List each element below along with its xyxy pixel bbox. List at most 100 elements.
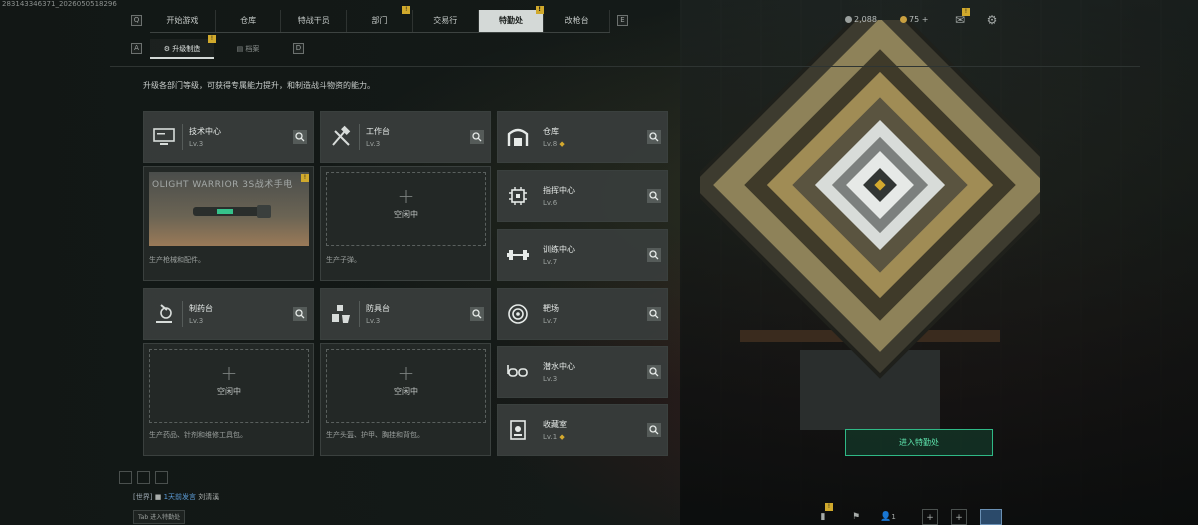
dept-training-center[interactable]: 训练中心 Lv.7 [497, 229, 668, 281]
settings-gear-icon[interactable]: ⚙ [984, 12, 1000, 28]
nav-prev-key[interactable]: Q [131, 15, 142, 26]
search-button[interactable] [647, 248, 661, 262]
search-icon [649, 191, 659, 201]
search-icon [295, 132, 305, 142]
quick-slot[interactable] [137, 471, 150, 484]
workshop-level: Lv.3 [189, 317, 204, 325]
tab-market[interactable]: 交易行 [413, 10, 479, 32]
avatar[interactable] [980, 509, 1002, 525]
search-icon [472, 132, 482, 142]
upgrade-available-icon: ◆ [559, 433, 565, 441]
search-button[interactable] [293, 130, 307, 144]
chat-preview[interactable]: [世界] ■ 1天前发言 刘清溪 [133, 492, 219, 502]
empty-slot[interactable]: + 空闲中 [326, 172, 486, 246]
nav-next-key[interactable]: E [617, 15, 628, 26]
add-icon: + [397, 184, 415, 209]
mail-icon[interactable]: ✉! [952, 8, 970, 28]
coin-icon [845, 16, 852, 23]
product-image: OLIGHT WARRIOR 3S战术手电 ! [149, 172, 309, 246]
workshop-caption: 生产枪械和配件。 [149, 256, 205, 264]
workshop-workbench-slot[interactable]: + 空闲中 生产子弹。 [320, 166, 491, 281]
dept-shooting-range[interactable]: 靶场 Lv.7 [497, 288, 668, 340]
stats-icon[interactable]: ▮! [815, 503, 833, 525]
workshop-armor-bench[interactable]: 防具台 Lv.3 [320, 288, 491, 340]
friends-count: 1 [891, 513, 896, 521]
subtab-upgrade-craft[interactable]: ⚙ 升级制造! [150, 35, 216, 59]
dept-warehouse[interactable]: 仓库 Lv.8 ◆ [497, 111, 668, 163]
mail-badge: ! [962, 8, 970, 16]
idle-label: 空闲中 [394, 210, 418, 219]
workshop-workbench[interactable]: 工作台 Lv.3 [320, 111, 491, 163]
subtab-archive[interactable]: ▤ 档案 [216, 39, 280, 59]
dept-level-row: Lv.1 ◆ [543, 433, 565, 441]
search-icon [472, 309, 482, 319]
diving-mask-icon [507, 365, 528, 377]
workshop-level: Lv.3 [189, 140, 204, 148]
search-button[interactable] [293, 307, 307, 321]
card-divider [359, 124, 360, 150]
tab-special-ops-label: 特勤处 [498, 16, 523, 25]
sub-tabs: ⚙ 升级制造! ▤ 档案 [150, 35, 280, 59]
workshop-armor-bench-slot[interactable]: + 空闲中 生产头盔、护甲、胸挂和背包。 [320, 343, 491, 456]
tab-key-hint[interactable]: Tab 进入特勤处 [133, 510, 186, 524]
workshop-name: 技术中心 [189, 127, 221, 136]
subtab-upgrade-craft-label: 升级制造 [172, 45, 201, 53]
workshop-level: Lv.3 [366, 140, 381, 148]
tab-departments[interactable]: 部门! [347, 6, 413, 32]
workshop-pharmacy[interactable]: 制药台 Lv.3 [143, 288, 314, 340]
collection-icon [510, 420, 526, 440]
enter-special-ops-button[interactable]: 进入特勤处 [845, 429, 993, 456]
quick-slot[interactable] [119, 471, 132, 484]
workshop-name: 工作台 [366, 127, 390, 136]
dept-diving-center[interactable]: 潜水中心 Lv.3 [497, 346, 668, 398]
add-friend-icon[interactable]: + [922, 509, 938, 525]
special-ops-badge: ! [535, 6, 544, 14]
flag-icon[interactable]: ⚑ [848, 509, 864, 525]
search-button[interactable] [647, 365, 661, 379]
add-icon: + [220, 361, 238, 386]
warehouse-icon [507, 128, 529, 146]
search-button[interactable] [470, 130, 484, 144]
tab-start-game[interactable]: 开始游戏 [150, 10, 216, 32]
dept-name: 收藏室 [543, 420, 567, 429]
chat-message: 1天前发言 [163, 493, 197, 501]
quick-slot[interactable] [155, 471, 168, 484]
search-button[interactable] [647, 189, 661, 203]
workshop-caption: 生产子弹。 [326, 256, 361, 264]
tab-special-ops[interactable]: 特勤处! [478, 6, 545, 32]
workshop-pharmacy-slot[interactable]: + 空闲中 生产药品、针剂和维修工具包。 [143, 343, 314, 456]
tab-gunsmith[interactable]: 改枪台 [544, 10, 611, 32]
ticket-icon [900, 16, 907, 23]
dept-command-center[interactable]: 指挥中心 Lv.6 [497, 170, 668, 222]
idle-label: 空闲中 [394, 387, 418, 396]
ticket-balance[interactable]: 75 + [900, 15, 928, 24]
workshop-tech-center[interactable]: 技术中心 Lv.3 [143, 111, 314, 163]
tab-operators[interactable]: 特战干员 [281, 10, 348, 32]
card-divider [359, 301, 360, 327]
search-button[interactable] [470, 307, 484, 321]
dept-level: Lv.8 [543, 140, 558, 148]
card-divider [182, 124, 183, 150]
dept-level: Lv.7 [543, 258, 558, 266]
subtab-next-key[interactable]: D [293, 43, 304, 54]
search-button[interactable] [647, 423, 661, 437]
search-button[interactable] [647, 307, 661, 321]
workshop-tech-center-slot[interactable]: OLIGHT WARRIOR 3S战术手电 ! 生产枪械和配件。 [143, 166, 314, 281]
workshop-name: 制药台 [189, 304, 213, 313]
card-divider [182, 301, 183, 327]
microscope-icon [156, 304, 172, 323]
search-icon [295, 309, 305, 319]
dept-name: 潜水中心 [543, 362, 575, 371]
dept-level: Lv.6 [543, 199, 558, 207]
dept-collection-room[interactable]: 收藏室 Lv.1 ◆ [497, 404, 668, 456]
empty-slot[interactable]: + 空闲中 [149, 349, 309, 423]
header-divider [110, 66, 1140, 67]
friends-icon[interactable]: 👤1 [880, 509, 896, 525]
tab-warehouse[interactable]: 仓库 [216, 10, 282, 32]
subtab-badge: ! [208, 35, 216, 43]
search-icon [649, 367, 659, 377]
empty-slot[interactable]: + 空闲中 [326, 349, 486, 423]
add-team-icon[interactable]: + [951, 509, 967, 525]
subtab-prev-key[interactable]: A [131, 43, 142, 54]
search-button[interactable] [647, 130, 661, 144]
